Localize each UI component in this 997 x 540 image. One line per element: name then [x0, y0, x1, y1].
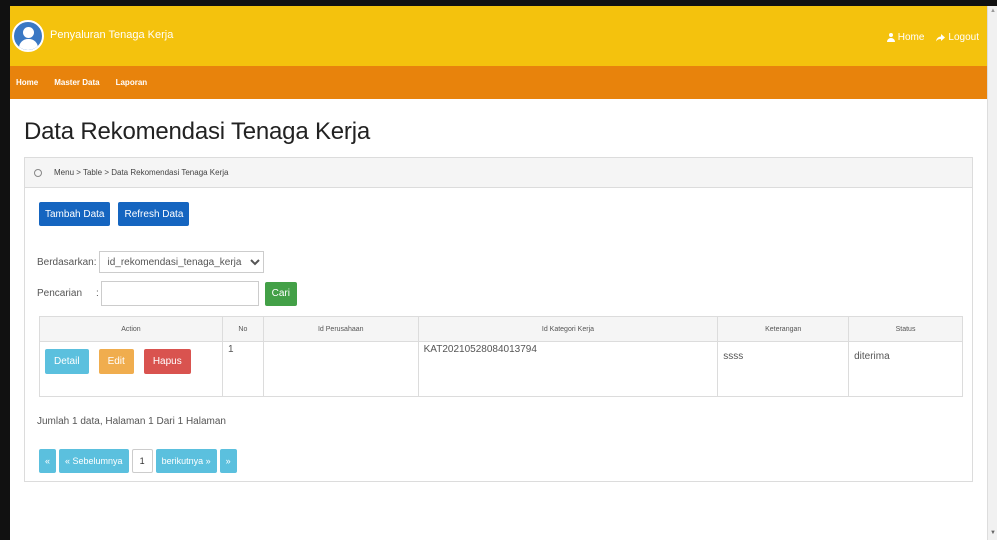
- gear-icon: [34, 168, 42, 177]
- menu-item-laporan[interactable]: Laporan: [116, 78, 148, 87]
- delete-button[interactable]: Hapus: [143, 349, 191, 374]
- search-input[interactable]: [100, 281, 259, 306]
- menu-item-home[interactable]: Home: [16, 78, 38, 87]
- logout-link-label: Logout: [948, 32, 979, 43]
- home-link-label: Home: [897, 32, 925, 43]
- share-icon: [936, 33, 946, 41]
- detail-button[interactable]: Detail: [45, 349, 89, 374]
- next-page-button[interactable]: berikutnya »: [155, 449, 217, 473]
- page-title: Data Rekomendasi Tenaga Kerja: [24, 118, 370, 145]
- first-page-button[interactable]: «: [39, 449, 57, 473]
- action-buttons: Tambah Data Refresh Data: [39, 202, 190, 226]
- cell-no: 1: [221, 341, 264, 397]
- scroll-down-icon[interactable]: ▼: [990, 530, 996, 536]
- filter-row: Berdasarkan: id_rekomendasi_tenaga_kerja: [37, 251, 265, 273]
- data-table: Action No Id Perusahaan Id Kategori Kerj…: [39, 316, 963, 397]
- scrollbar[interactable]: ▲ ▼: [987, 6, 997, 540]
- column-header-no: No: [221, 316, 264, 342]
- cell-id-perusahaan: [262, 341, 419, 397]
- filter-label: Berdasarkan: [37, 256, 94, 268]
- search-button[interactable]: Cari: [264, 281, 297, 306]
- content-panel: Menu > Table > Data Rekomendasi Tenaga K…: [24, 157, 973, 482]
- scroll-up-icon[interactable]: ▲: [990, 8, 996, 14]
- edit-button[interactable]: Edit: [98, 349, 134, 374]
- cell-status: diterima: [848, 341, 963, 397]
- add-data-button[interactable]: Tambah Data: [39, 202, 111, 226]
- last-page-button[interactable]: »: [219, 449, 237, 473]
- breadcrumb-text: Menu > Table > Data Rekomendasi Tenaga K…: [54, 168, 229, 177]
- previous-page-button[interactable]: « Sebelumnya: [59, 449, 129, 473]
- breadcrumb: Menu > Table > Data Rekomendasi Tenaga K…: [25, 158, 972, 188]
- home-link[interactable]: Home: [886, 32, 925, 43]
- user-icon: [886, 33, 895, 42]
- pagination-summary: Jumlah 1 data, Halaman 1 Dari 1 Halaman: [37, 416, 226, 427]
- search-label: Pencarian: [37, 288, 83, 299]
- column-header-id-kategori: Id Kategori Kerja: [417, 316, 719, 342]
- app-brand[interactable]: Penyaluran Tenaga Kerja: [50, 29, 173, 41]
- menu-item-master-data[interactable]: Master Data: [54, 78, 99, 87]
- top-nav: Home Logout: [886, 32, 979, 43]
- table-header-row: Action No Id Perusahaan Id Kategori Kerj…: [39, 316, 963, 342]
- column-header-action: Action: [39, 316, 223, 342]
- logout-link[interactable]: Logout: [936, 32, 979, 43]
- pagination: « « Sebelumnya 1 berikutnya » »: [39, 449, 237, 473]
- table-row: Detail Edit Hapus 1 KAT20210528084013794…: [39, 341, 963, 397]
- refresh-data-button[interactable]: Refresh Data: [118, 202, 190, 226]
- logo-icon: [12, 20, 44, 52]
- filter-select[interactable]: id_rekomendasi_tenaga_kerja: [99, 251, 265, 273]
- cell-id-kategori: KAT20210528084013794: [417, 341, 719, 397]
- filter-colon: :: [93, 256, 97, 268]
- top-navbar: Penyaluran Tenaga Kerja Home Logout: [10, 6, 987, 66]
- column-header-id-perusahaan: Id Perusahaan: [262, 316, 419, 342]
- current-page[interactable]: 1: [131, 449, 153, 473]
- cell-actions: Detail Edit Hapus: [39, 341, 223, 397]
- column-header-keterangan: Keterangan: [717, 316, 850, 342]
- app-window: Penyaluran Tenaga Kerja Home Logout ▲ ▼ …: [0, 0, 997, 540]
- search-row: Pencarian: Cari: [37, 281, 297, 306]
- cell-keterangan: ssss: [717, 341, 850, 397]
- search-colon: :: [96, 288, 99, 299]
- window-border-left: [0, 0, 10, 540]
- main-menu: Home Master Data Laporan: [10, 66, 987, 99]
- column-header-status: Status: [848, 316, 963, 342]
